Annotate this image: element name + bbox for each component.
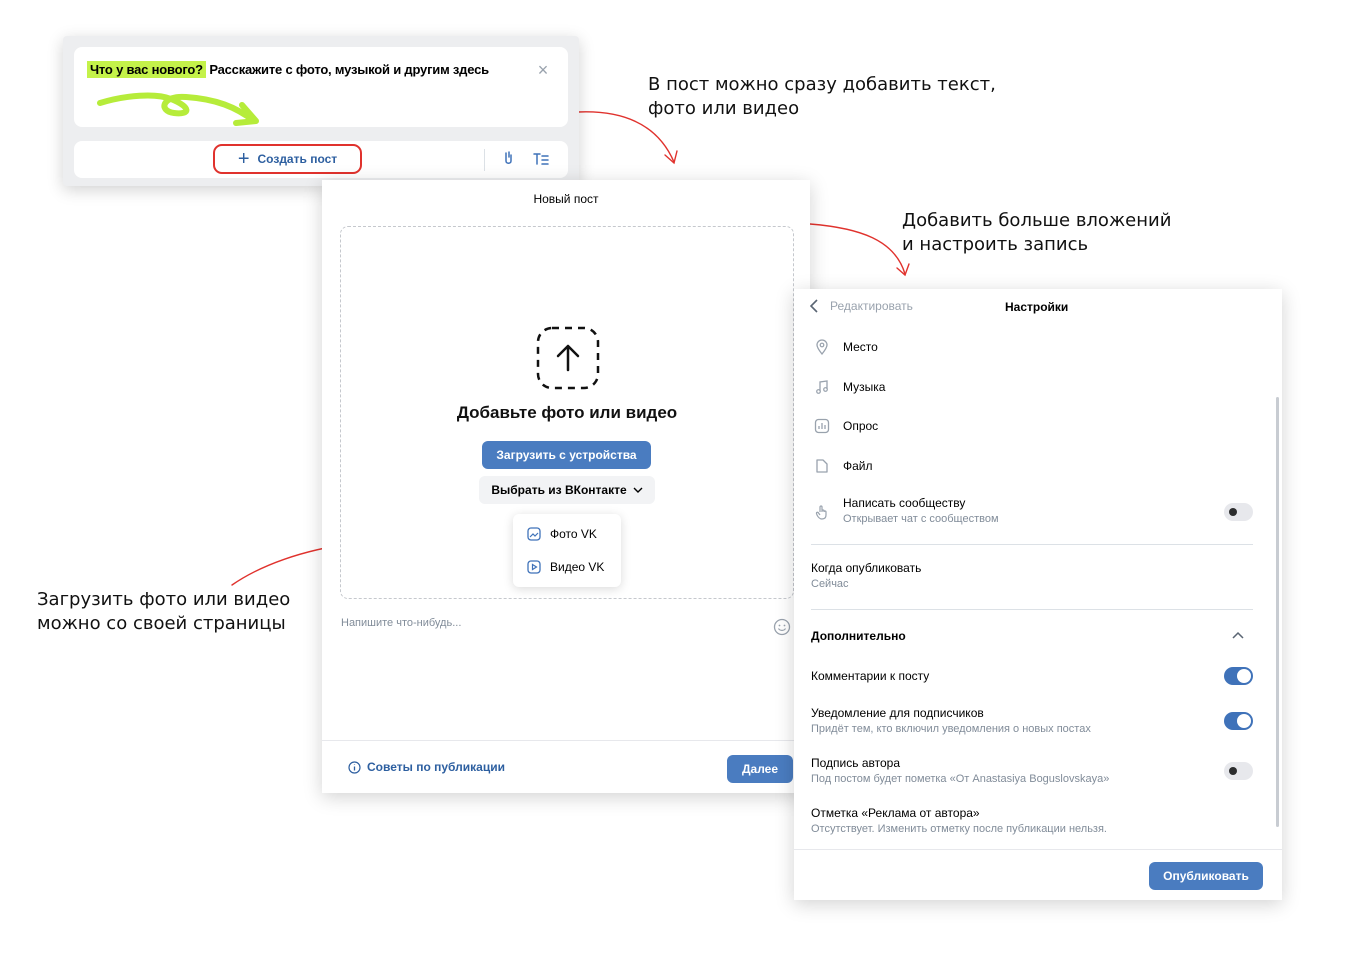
attach-place[interactable]: Место (814, 339, 878, 355)
dropzone-heading: Добавьте фото или видео (456, 403, 678, 422)
arrow-to-settings (809, 223, 906, 275)
attach-file[interactable]: Файл (814, 458, 873, 474)
create-post-button[interactable]: + Создать пост (213, 144, 362, 174)
annotation-top: В пост можно сразу добавить текст, фото … (648, 74, 996, 119)
upload-from-device-button[interactable]: Загрузить с устройства (482, 441, 651, 469)
comments-toggle[interactable] (1224, 667, 1253, 685)
when-publish-row[interactable]: Когда опубликовать Сейчас (811, 561, 921, 590)
write-community-toggle[interactable] (1224, 503, 1253, 521)
music-icon (816, 380, 828, 394)
location-pin-icon (816, 339, 828, 355)
close-icon[interactable]: × (536, 61, 550, 79)
hand-pointer-icon (815, 505, 827, 520)
dialog-title: Новый пост (533, 192, 599, 206)
composer-prompt: Что у вас нового? Расскажите с фото, муз… (87, 61, 489, 78)
composer-prompt-highlight: Что у вас нового? (87, 61, 206, 78)
menu-item-photo-vk[interactable]: Фото VK (527, 524, 597, 544)
next-button[interactable]: Далее (727, 755, 793, 783)
publication-tips-link[interactable]: Советы по публикации (348, 760, 505, 774)
post-composer: Что у вас нового? Расскажите с фото, муз… (63, 36, 579, 186)
attach-poll[interactable]: Опрос (814, 418, 878, 434)
author-signature-toggle[interactable] (1224, 762, 1253, 780)
write-community-row[interactable]: Написать сообществу Открывает чат с сооб… (814, 496, 999, 525)
poll-icon (814, 418, 830, 434)
plus-icon: + (237, 148, 250, 170)
emoji-icon[interactable] (773, 618, 791, 636)
back-to-edit-button[interactable]: Редактировать (810, 299, 913, 313)
scrollbar[interactable] (1276, 397, 1279, 827)
annotation-left: Загрузить фото или видео можно со своей … (37, 589, 291, 634)
upload-icon (536, 326, 600, 390)
chevron-up-icon[interactable] (1232, 631, 1244, 639)
media-dropzone[interactable]: Добавьте фото или видео Загрузить с устр… (340, 226, 794, 599)
post-text-input[interactable]: Напишите что-нибудь... (341, 617, 461, 629)
additional-section-header[interactable]: Дополнительно (811, 629, 906, 643)
vk-source-menu: Фото VK Видео VK (513, 514, 621, 587)
notification-toggle[interactable] (1224, 712, 1253, 730)
choose-from-vk-button[interactable]: Выбрать из ВКонтакте (479, 476, 655, 504)
settings-footer-divider (794, 849, 1282, 850)
notification-row: Уведомление для подписчиков Придёт тем, … (811, 706, 1091, 735)
settings-title: Настройки (1005, 300, 1069, 314)
post-settings-panel: Редактировать Настройки Место Музыка Опр… (794, 289, 1282, 900)
settings-divider (811, 609, 1253, 610)
composer-input-area[interactable]: Что у вас нового? Расскажите с фото, муз… (74, 47, 568, 127)
photo-icon (527, 527, 541, 541)
comments-row: Комментарии к посту (811, 669, 930, 683)
menu-item-video-vk[interactable]: Видео VK (527, 557, 604, 577)
dialog-footer-divider (322, 740, 810, 741)
text-format-icon[interactable] (532, 150, 550, 168)
info-icon (348, 760, 361, 774)
green-swoosh-icon (97, 92, 259, 126)
ad-mark-row[interactable]: Отметка «Реклама от автора» Отсутствует.… (811, 806, 1107, 835)
file-icon (816, 459, 828, 473)
composer-toolbar: + Создать пост (74, 141, 568, 178)
toolbar-divider (484, 149, 485, 171)
publish-button[interactable]: Опубликовать (1149, 862, 1263, 890)
attach-music[interactable]: Музыка (814, 379, 885, 395)
chevron-down-icon (633, 487, 643, 493)
settings-divider (811, 544, 1253, 545)
chevron-left-icon (810, 299, 818, 313)
author-signature-row: Подпись автора Под постом будет пометка … (811, 756, 1110, 785)
clip-icon[interactable] (500, 150, 518, 168)
new-post-dialog: Новый пост Добавьте фото или видео Загру… (322, 180, 810, 793)
video-icon (527, 560, 541, 574)
annotation-right: Добавить больше вложений и настроить зап… (902, 210, 1172, 255)
